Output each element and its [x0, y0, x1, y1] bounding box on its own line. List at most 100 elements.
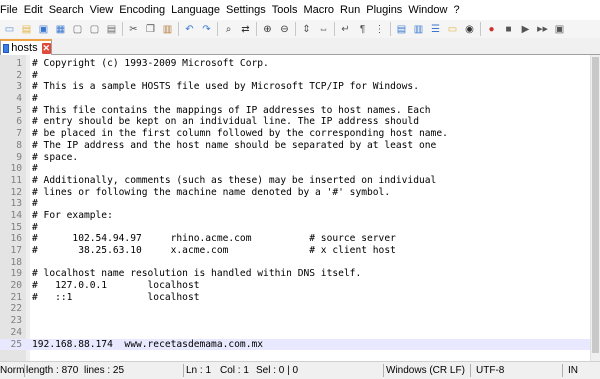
line-text[interactable]: # The IP address and the host name shoul…	[32, 140, 436, 152]
new-file-icon[interactable]: ▭	[2, 22, 17, 37]
code-line[interactable]: 24	[0, 327, 600, 339]
line-text[interactable]: # Copyright (c) 1993-2009 Microsoft Corp…	[32, 58, 269, 70]
line-text[interactable]: # Additionally, comments (such as these)…	[32, 175, 436, 187]
save-macro-icon[interactable]: ▣	[552, 22, 567, 37]
cut-icon[interactable]: ✂	[126, 22, 141, 37]
word-wrap-icon[interactable]: ↵	[338, 22, 353, 37]
save-icon[interactable]: ▣	[36, 22, 51, 37]
find-icon[interactable]: ⌕	[221, 22, 236, 37]
editor-pane[interactable]: 1 # Copyright (c) 1993-2009 Microsoft Cor…	[0, 55, 600, 361]
record-macro-icon[interactable]: ●	[484, 22, 499, 37]
menu-view[interactable]: View	[87, 0, 117, 20]
copy-icon[interactable]: ❐	[143, 22, 158, 37]
line-text[interactable]: # entry should be kept on an individual …	[32, 116, 419, 128]
line-number: 12	[10, 186, 22, 198]
menu-settings[interactable]: Settings	[223, 0, 269, 20]
line-text[interactable]: # This is a sample HOSTS file used by Mi…	[32, 81, 419, 93]
toolbar-separator	[178, 22, 179, 36]
code-line[interactable]: 3 # This is a sample HOSTS file used by M…	[0, 81, 600, 93]
line-text[interactable]: 192.168.88.174 www.recetasdemama.com.mx	[32, 339, 263, 351]
code-line[interactable]: 5 # This file contains the mappings of IP…	[0, 105, 600, 117]
line-text[interactable]: #	[32, 222, 38, 234]
zoom-out-icon[interactable]: ⊖	[277, 22, 292, 37]
code-line[interactable]: 12 # lines or following the machine name …	[0, 187, 600, 199]
line-text[interactable]: # 38.25.63.10 x.acme.com # x client host	[32, 245, 396, 257]
line-text[interactable]: # This file contains the mappings of IP …	[32, 105, 431, 117]
show-all-chars-icon[interactable]: ¶	[355, 22, 370, 37]
line-text[interactable]: # lines or following the machine name de…	[32, 187, 390, 199]
code-line[interactable]: 7 # be placed in the first column followe…	[0, 128, 600, 140]
menu-language[interactable]: Language	[168, 0, 223, 20]
stop-record-icon[interactable]: ■	[501, 22, 516, 37]
menu-encoding[interactable]: Encoding	[116, 0, 168, 20]
line-text[interactable]: #	[32, 93, 38, 105]
menu-macro[interactable]: Macro	[300, 0, 337, 20]
save-all-icon[interactable]: ▦	[53, 22, 68, 37]
code-line[interactable]: 14 # For example:	[0, 210, 600, 222]
print-icon[interactable]: ▤	[104, 22, 119, 37]
code-line[interactable]: 19 # localhost name resolution is handled…	[0, 268, 600, 280]
code-line[interactable]: 23	[0, 315, 600, 327]
sync-horizontal-icon[interactable]: ⇔	[316, 22, 331, 37]
close-all-icon[interactable]: ▢	[87, 22, 102, 37]
code-line[interactable]: 11 # Additionally, comments (such as thes…	[0, 175, 600, 187]
menu-window[interactable]: Window	[405, 0, 450, 20]
monitoring-icon[interactable]: ◉	[462, 22, 477, 37]
paste-icon[interactable]: ▥	[160, 22, 175, 37]
scrollbar-thumb[interactable]	[592, 57, 599, 353]
code-line[interactable]: 22	[0, 303, 600, 315]
code-line[interactable]: 2 #	[0, 70, 600, 82]
tab-close-icon[interactable]: ✕	[41, 42, 51, 54]
code-line[interactable]: 4 #	[0, 93, 600, 105]
menu-edit[interactable]: Edit	[21, 0, 46, 20]
menu-run[interactable]: Run	[337, 0, 363, 20]
menu-help[interactable]: ?	[450, 0, 462, 20]
line-text[interactable]: # ::1 localhost	[32, 292, 200, 304]
undo-icon[interactable]: ↶	[182, 22, 197, 37]
code-line[interactable]: 1 # Copyright (c) 1993-2009 Microsoft Cor…	[0, 58, 600, 70]
code-line[interactable]: 10 #	[0, 163, 600, 175]
status-eol: Windows (CR LF)	[386, 365, 465, 376]
indent-guide-icon[interactable]: ⋮	[372, 22, 387, 37]
close-icon[interactable]: ▢	[70, 22, 85, 37]
zoom-in-icon[interactable]: ⊕	[260, 22, 275, 37]
function-list-icon[interactable]: ☰	[428, 22, 443, 37]
code-line[interactable]: 25 192.168.88.174 www.recetasdemama.com.m…	[0, 338, 600, 351]
vertical-scrollbar[interactable]	[590, 55, 600, 361]
line-text[interactable]: # space.	[32, 152, 78, 164]
line-text[interactable]: #	[32, 163, 38, 175]
code-line[interactable]: 21 # ::1 localhost	[0, 292, 600, 304]
line-text[interactable]: #	[32, 198, 38, 210]
redo-icon[interactable]: ↷	[199, 22, 214, 37]
doc-map-icon[interactable]: ▥	[411, 22, 426, 37]
code-line[interactable]: 17 # 38.25.63.10 x.acme.com # x client ho…	[0, 245, 600, 257]
tab-hosts[interactable]: hosts ✕	[0, 39, 52, 55]
menu-file[interactable]: File	[0, 0, 21, 20]
udl-icon[interactable]: ▤	[394, 22, 409, 37]
menu-search[interactable]: Search	[46, 0, 87, 20]
folder-workspace-icon[interactable]: ▭	[445, 22, 460, 37]
menu-tools[interactable]: Tools	[269, 0, 301, 20]
sync-vertical-icon[interactable]: ⇕	[299, 22, 314, 37]
line-text[interactable]: # be placed in the first column followed…	[32, 128, 448, 140]
code-line[interactable]: 6 # entry should be kept on an individual…	[0, 116, 600, 128]
line-text[interactable]: # localhost name resolution is handled w…	[32, 268, 361, 280]
run-macro-multiple-icon[interactable]: ▶▶	[535, 22, 550, 37]
line-text[interactable]: # 127.0.0.1 localhost	[32, 280, 200, 292]
open-file-icon[interactable]: ▤	[19, 22, 34, 37]
code-line[interactable]: 15 #	[0, 222, 600, 234]
code-line[interactable]: 9 # space.	[0, 152, 600, 164]
code-line[interactable]: 8 # The IP address and the host name shou…	[0, 140, 600, 152]
line-text[interactable]: # For example:	[32, 210, 113, 222]
code-area[interactable]: 1 # Copyright (c) 1993-2009 Microsoft Cor…	[0, 58, 600, 351]
line-text[interactable]: # 102.54.94.97 rhino.acme.com # source s…	[32, 233, 396, 245]
line-text[interactable]: #	[32, 70, 38, 82]
code-line[interactable]: 20 # 127.0.0.1 localhost	[0, 280, 600, 292]
code-line[interactable]: 13 #	[0, 198, 600, 210]
code-line[interactable]: 16 # 102.54.94.97 rhino.acme.com # source…	[0, 233, 600, 245]
replace-icon[interactable]: ⇄	[238, 22, 253, 37]
line-number: 20	[10, 280, 22, 292]
code-line[interactable]: 18	[0, 257, 600, 269]
menu-plugins[interactable]: Plugins	[363, 0, 405, 20]
play-macro-icon[interactable]: ▶	[518, 22, 533, 37]
